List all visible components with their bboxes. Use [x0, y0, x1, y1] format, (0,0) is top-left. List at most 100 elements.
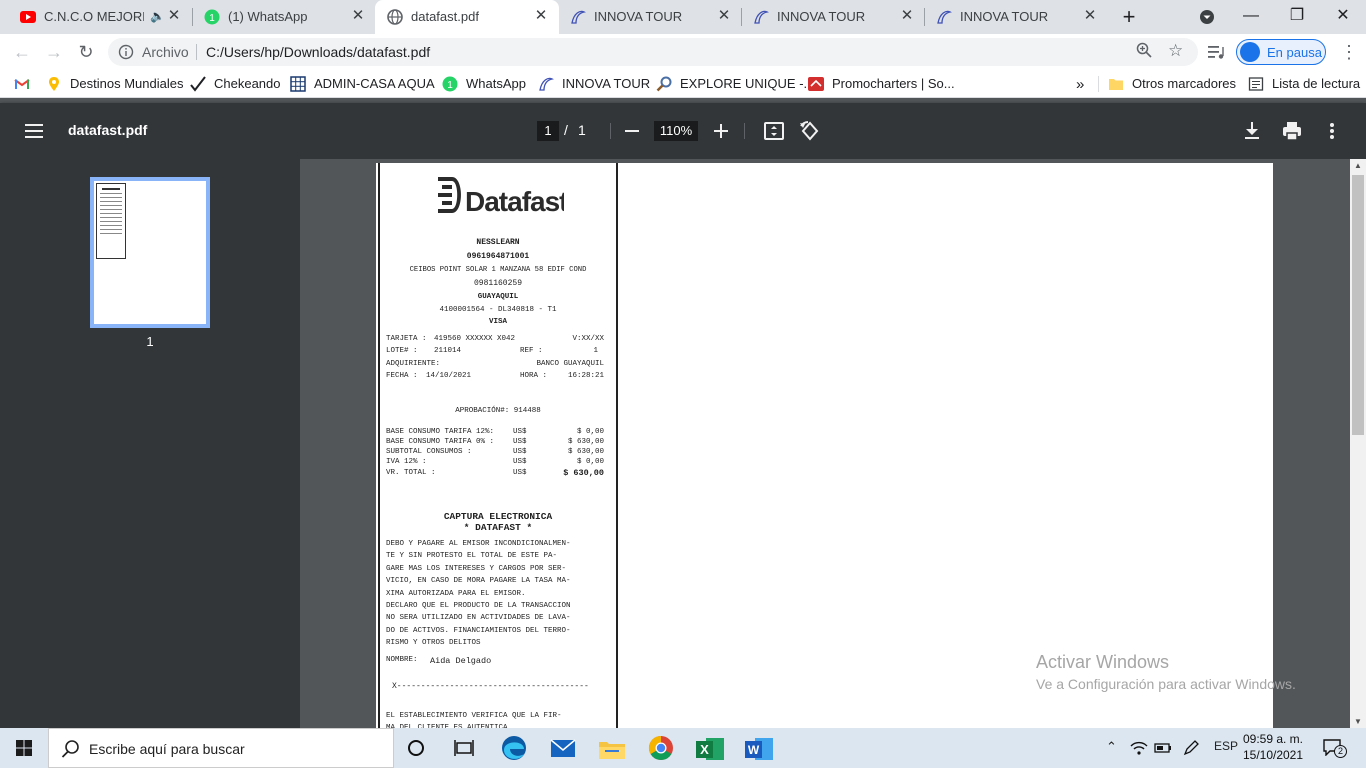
zoom-icon[interactable]: [1136, 42, 1152, 58]
site-label: Archivo: [142, 44, 189, 60]
reload-icon[interactable]: ↻: [72, 38, 100, 66]
close-window-button[interactable]: ✕: [1320, 0, 1366, 34]
merchant-city: GUAYAQUIL: [477, 293, 519, 301]
profile-status: En pausa: [1267, 45, 1322, 60]
scrollbar-thumb[interactable]: [1352, 175, 1364, 435]
word-icon[interactable]: W: [737, 732, 781, 768]
page-number-input[interactable]: 1: [537, 121, 559, 141]
pdf-toolbar: datafast.pdf 1 / 1 110%: [0, 103, 1366, 159]
receipt: Datafast NESSLEARN 0961964871001 CEIBOS …: [378, 163, 618, 728]
amount-currency: US$: [513, 428, 527, 436]
rotate-icon[interactable]: [798, 119, 822, 143]
location-pin-icon: [49, 77, 59, 91]
bookmark-label: Chekeando: [214, 76, 281, 91]
tab-innova-1[interactable]: INNOVA TOUR ✕: [558, 0, 742, 34]
maximize-button[interactable]: ❐: [1274, 0, 1320, 34]
hamburger-menu-icon[interactable]: [22, 119, 46, 143]
battery-icon[interactable]: [1154, 740, 1172, 756]
whatsapp-icon: 1: [204, 9, 220, 25]
tab-close-icon[interactable]: ✕: [716, 8, 732, 24]
innova-icon: [754, 10, 769, 24]
search-placeholder: Escribe aquí para buscar: [89, 741, 245, 757]
globe-icon: [387, 9, 403, 25]
merchant-address: CEIBOS POINT SOLAR 1 MANZANA 58 EDIF CON…: [409, 266, 587, 274]
excel-icon[interactable]: X: [688, 732, 732, 768]
grid-icon: [290, 76, 306, 92]
windows-taskbar: Escribe aquí para buscar X W ⌃ ESP 09:59…: [0, 728, 1366, 768]
terminal-id: 4100001564 - DL340818 - T1: [439, 306, 557, 314]
bookmark-label: WhatsApp: [466, 76, 526, 91]
zoom-in-icon[interactable]: [709, 119, 733, 143]
forward-icon[interactable]: →: [40, 38, 68, 66]
chrome-menu-icon[interactable]: ⋮: [1335, 38, 1363, 66]
info-icon[interactable]: [118, 44, 134, 60]
merchant-ruc: 0961964871001: [466, 252, 530, 261]
browser-toolbar: ← → ↻ Archivo C:/Users/hp/Downloads/data…: [0, 34, 1366, 70]
pen-icon[interactable]: [1182, 740, 1200, 756]
bookmark-star-icon[interactable]: ☆: [1168, 41, 1183, 61]
windows-start-icon[interactable]: [0, 728, 48, 768]
wifi-icon[interactable]: [1130, 740, 1148, 756]
tab-datafast[interactable]: datafast.pdf ✕: [375, 0, 559, 34]
tab-close-icon[interactable]: ✕: [1082, 8, 1098, 24]
adquiriente-value: BANCO GUAYAQUIL: [536, 360, 604, 368]
tab-close-icon[interactable]: ✕: [166, 8, 182, 24]
address-bar[interactable]: Archivo C:/Users/hp/Downloads/datafast.p…: [108, 38, 1198, 66]
bookmarks-divider: [1098, 76, 1099, 92]
clock-time: 09:59 a. m.: [1242, 732, 1304, 746]
tab-close-icon[interactable]: ✕: [899, 8, 915, 24]
tab-innova-3[interactable]: INNOVA TOUR ✕: [924, 0, 1108, 34]
tab-youtube[interactable]: C.N.C.O MEJORES 🔈 ✕: [8, 0, 192, 34]
input-language[interactable]: ESP: [1214, 739, 1238, 753]
scroll-up-icon[interactable]: ▲: [1354, 161, 1362, 170]
print-icon[interactable]: [1280, 119, 1304, 143]
new-tab-button[interactable]: +: [1115, 3, 1143, 31]
tab-close-icon[interactable]: ✕: [533, 8, 549, 24]
zoom-out-icon[interactable]: [620, 119, 644, 143]
tab-title: datafast.pdf: [411, 9, 479, 24]
system-clock[interactable]: 09:59 a. m. 15/10/2021: [1240, 731, 1306, 763]
minimize-button[interactable]: —: [1228, 0, 1274, 34]
task-view-icon[interactable]: [442, 732, 486, 768]
youtube-icon: [20, 11, 36, 23]
file-explorer-icon[interactable]: [590, 732, 634, 768]
vertical-scrollbar[interactable]: ▲ ▼: [1350, 159, 1366, 728]
notifications-button[interactable]: 2: [1322, 738, 1348, 758]
page-thumbnail[interactable]: [90, 177, 210, 328]
speaker-icon[interactable]: 🔈: [150, 9, 165, 23]
amount-currency: US$: [513, 448, 527, 456]
tray-expand-icon[interactable]: ⌃: [1106, 739, 1117, 755]
page-separator: /: [564, 122, 568, 138]
back-icon[interactable]: ←: [8, 38, 36, 66]
innova-icon: [937, 10, 952, 24]
search-icon: [61, 740, 79, 758]
taskbar-search-box[interactable]: Escribe aquí para buscar: [48, 728, 394, 768]
tab-title: (1) WhatsApp: [228, 9, 308, 24]
more-options-icon[interactable]: [1320, 119, 1344, 143]
fit-page-icon[interactable]: [762, 119, 786, 143]
legal-text: DEBO Y PAGARE AL EMISOR INCONDICIONALMEN…: [386, 540, 571, 648]
mail-icon[interactable]: [541, 732, 585, 768]
bookmark-label: ADMIN-CASA AQUA: [314, 76, 435, 91]
tab-whatsapp[interactable]: 1 (1) WhatsApp ✕: [192, 0, 376, 34]
pdf-viewport[interactable]: Datafast NESSLEARN 0961964871001 CEIBOS …: [300, 159, 1350, 728]
media-control-icon[interactable]: [1207, 44, 1225, 60]
hora-label: HORA :: [520, 372, 548, 380]
scroll-down-icon[interactable]: ▼: [1354, 717, 1362, 726]
tab-innova-2[interactable]: INNOVA TOUR ✕: [741, 0, 925, 34]
tab-search-icon[interactable]: [1199, 9, 1215, 25]
profile-button[interactable]: En pausa: [1236, 39, 1326, 65]
cortana-icon[interactable]: [394, 732, 438, 768]
fecha-value: 14/10/2021: [426, 372, 472, 380]
zoom-level-input[interactable]: 110%: [654, 121, 698, 141]
amount-currency: US$: [513, 458, 527, 466]
tarjeta-value: 419560 XXXXXX X042: [434, 335, 516, 343]
edge-icon[interactable]: [492, 732, 536, 768]
tab-close-icon[interactable]: ✕: [350, 8, 366, 24]
download-icon[interactable]: [1240, 119, 1264, 143]
amount-value: $ 630,00: [567, 448, 604, 456]
bookmarks-overflow-button[interactable]: »: [1076, 76, 1084, 93]
url-text[interactable]: C:/Users/hp/Downloads/datafast.pdf: [206, 44, 430, 60]
bookmark-label: EXPLORE UNIQUE -...: [680, 76, 815, 91]
chrome-icon[interactable]: [639, 732, 683, 768]
